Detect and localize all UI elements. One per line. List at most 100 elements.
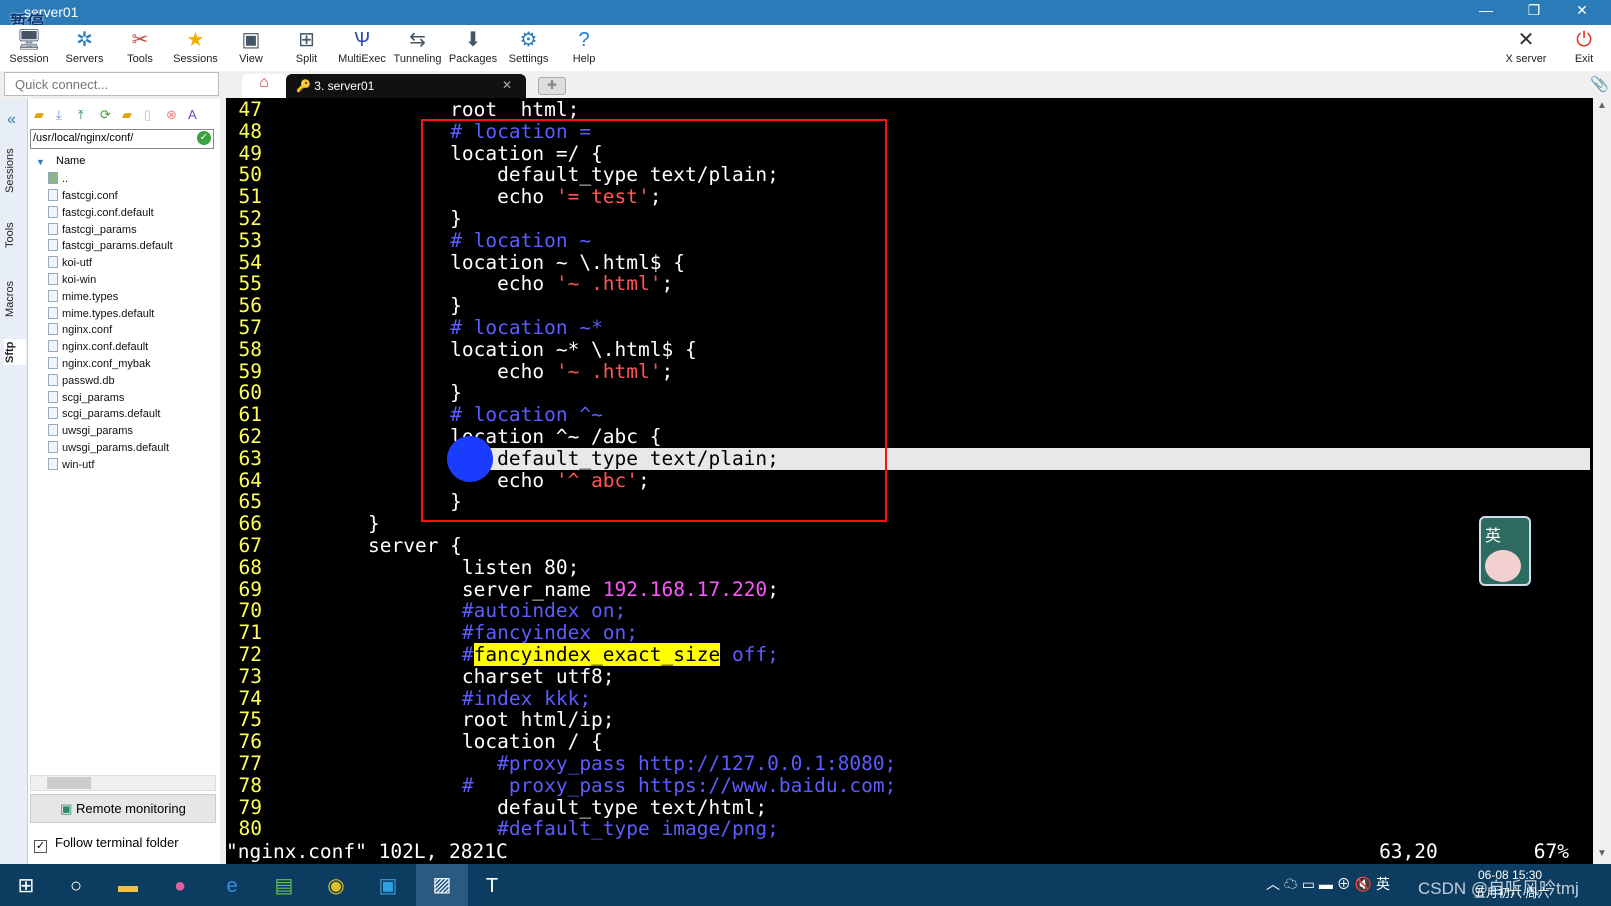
- search-icon[interactable]: ○: [54, 870, 98, 902]
- typora-icon[interactable]: T: [470, 870, 514, 902]
- toolbar-session-button[interactable]: 🖥 Session: [1, 27, 57, 65]
- tray-icons[interactable]: ︿ ☁ ▭ ▬ ⊕ 🔇 英: [1266, 874, 1390, 894]
- new-folder-icon[interactable]: ▰: [122, 107, 132, 123]
- file-item[interactable]: nginx.conf_mybak: [48, 356, 151, 373]
- file-item[interactable]: koi-utf: [48, 255, 92, 272]
- file-item[interactable]: mime.types.default: [48, 306, 154, 323]
- file-parent[interactable]: ..: [48, 171, 68, 188]
- home-tab[interactable]: ⌂: [242, 74, 286, 99]
- minimize-button[interactable]: —: [1466, 2, 1506, 18]
- name-column-header[interactable]: Name: [56, 155, 85, 167]
- app-icon[interactable]: ▣: [366, 870, 410, 902]
- code-token: # proxy_pass https://www.baidu.com;: [461, 773, 897, 797]
- file-item[interactable]: mime.types: [48, 289, 118, 306]
- remote-monitoring-button[interactable]: ▣ Remote monitoring: [30, 794, 216, 823]
- file-icon: [48, 256, 58, 269]
- delete-icon[interactable]: ⊗: [166, 107, 177, 123]
- file-item[interactable]: fastcgi.conf: [48, 188, 118, 205]
- toolbar-tools-button[interactable]: ✂ Tools: [112, 27, 168, 65]
- code-line: 78 # proxy_pass https://www.baidu.com;: [226, 773, 1593, 797]
- vtab-macros[interactable]: Macros: [4, 277, 26, 321]
- restore-button[interactable]: ❐: [1514, 2, 1554, 19]
- vtab-sftp[interactable]: Sftp: [4, 339, 26, 365]
- download-icon[interactable]: ⤓: [56, 107, 62, 123]
- file-name: koi-utf: [62, 257, 92, 270]
- file-item[interactable]: fastcgi.conf.default: [48, 205, 154, 222]
- start-icon[interactable]: ⊞: [4, 870, 48, 902]
- refresh-icon[interactable]: ⟳: [100, 107, 111, 123]
- edge-icon[interactable]: e: [210, 870, 254, 902]
- ime-widget[interactable]: 英: [1479, 516, 1531, 586]
- code-token: ;: [767, 577, 779, 601]
- close-tab-icon[interactable]: ✕: [502, 78, 512, 92]
- toolbar-servers-button[interactable]: ✲ Servers: [57, 27, 113, 65]
- toolbar-view-button[interactable]: ▣ View: [223, 27, 279, 65]
- file-name: passwd.db: [62, 374, 115, 387]
- file-item[interactable]: koi-win: [48, 272, 96, 289]
- file-item[interactable]: fastcgi_params.default: [48, 238, 173, 255]
- code-token: off;: [720, 643, 779, 666]
- check-icon[interactable]: ✓: [197, 131, 211, 145]
- toolbar-sessions-button[interactable]: ★ Sessions: [168, 27, 224, 65]
- toolbar-tunneling-button[interactable]: ⇆ Tunneling: [390, 27, 446, 65]
- toolbar-split-button[interactable]: ⊞ Split: [279, 27, 335, 65]
- chrome-icon[interactable]: ◉: [314, 870, 358, 902]
- file-item[interactable]: scgi_params: [48, 390, 124, 407]
- sftp-path-input[interactable]: /usr/local/nginx/conf/ ✓: [30, 129, 214, 149]
- exit-button[interactable]: ⏻ Exit: [1556, 27, 1611, 65]
- toolbar-label: Exit: [1574, 53, 1594, 65]
- x-server-button[interactable]: ✕ X server: [1498, 27, 1554, 65]
- file-item[interactable]: nginx.conf.default: [48, 339, 148, 356]
- close-button[interactable]: ✕: [1562, 2, 1602, 19]
- horizontal-scrollbar[interactable]: [30, 775, 216, 791]
- code-line: 80 #default_type image/png;: [226, 818, 1593, 840]
- file-item[interactable]: fastcgi_params: [48, 222, 137, 239]
- code-token: #: [461, 643, 474, 666]
- terminal[interactable]: 47 root html; 48 # location = 49 location …: [226, 98, 1593, 864]
- toolbar-packages-button[interactable]: ⬇ Packages: [445, 27, 501, 65]
- file-item[interactable]: win-utf: [48, 457, 94, 474]
- new-tab-button[interactable]: ✚: [538, 77, 566, 95]
- upload-icon[interactable]: ⤒: [78, 107, 84, 123]
- parent-folder-icon[interactable]: ▰: [34, 107, 44, 123]
- attach-icon[interactable]: 📎: [1590, 75, 1609, 93]
- line-number: 60: [238, 381, 262, 405]
- follow-terminal-checkbox[interactable]: ✓ Follow terminal folder: [34, 835, 179, 853]
- file-item[interactable]: uwsgi_params.default: [48, 440, 169, 457]
- file-item[interactable]: scgi_params.default: [48, 406, 160, 423]
- quick-connect-input[interactable]: [4, 72, 219, 96]
- vtab-sessions[interactable]: Sessions: [4, 145, 26, 197]
- file-icon: [48, 357, 58, 369]
- line-code: server_name 192.168.17.220;: [368, 577, 779, 601]
- collapse-icon[interactable]: «: [7, 111, 16, 129]
- vtab-tools[interactable]: Tools: [4, 217, 26, 253]
- mobaxterm-icon[interactable]: ▨: [416, 864, 468, 906]
- line-number: 66: [238, 512, 262, 536]
- file-icon: [48, 222, 58, 235]
- app-icon[interactable]: ▤: [262, 870, 306, 902]
- servers-icon: ✲: [76, 29, 93, 51]
- toolbar-settings-button[interactable]: ⚙ Settings: [501, 27, 557, 65]
- file-icon: [48, 273, 58, 285]
- toolbar-multiexec-button[interactable]: Ѱ MultiExec: [334, 27, 390, 65]
- rename-icon[interactable]: A: [188, 107, 197, 122]
- app-icon[interactable]: ●: [158, 870, 202, 902]
- terminal-scrollbar[interactable]: ▲ ▼: [1593, 98, 1611, 864]
- toolbar-label: Session: [9, 53, 49, 65]
- file-item[interactable]: uwsgi_params: [48, 423, 133, 440]
- new-file-icon[interactable]: ▯: [144, 107, 151, 123]
- code-line: 47 root html;: [226, 99, 1593, 121]
- line-number: 48: [238, 119, 262, 143]
- view-icon: ▣: [241, 29, 261, 51]
- code-token: }: [368, 512, 380, 536]
- line-code: #default_type image/png;: [368, 818, 779, 840]
- file-item[interactable]: nginx.conf: [48, 322, 112, 339]
- toolbar-help-button[interactable]: ? Help: [556, 27, 612, 65]
- ime-label: 英: [1485, 528, 1502, 545]
- title-bar: server01 暂停 — ❐ ✕: [0, 0, 1611, 32]
- file-explorer-icon[interactable]: ▬: [106, 870, 150, 902]
- code-line: 77 #proxy_pass http://127.0.0.1:8080;: [226, 753, 1593, 775]
- tab-server01[interactable]: 🔑 3. server01 ✕: [286, 74, 526, 99]
- file-item[interactable]: passwd.db: [48, 373, 115, 390]
